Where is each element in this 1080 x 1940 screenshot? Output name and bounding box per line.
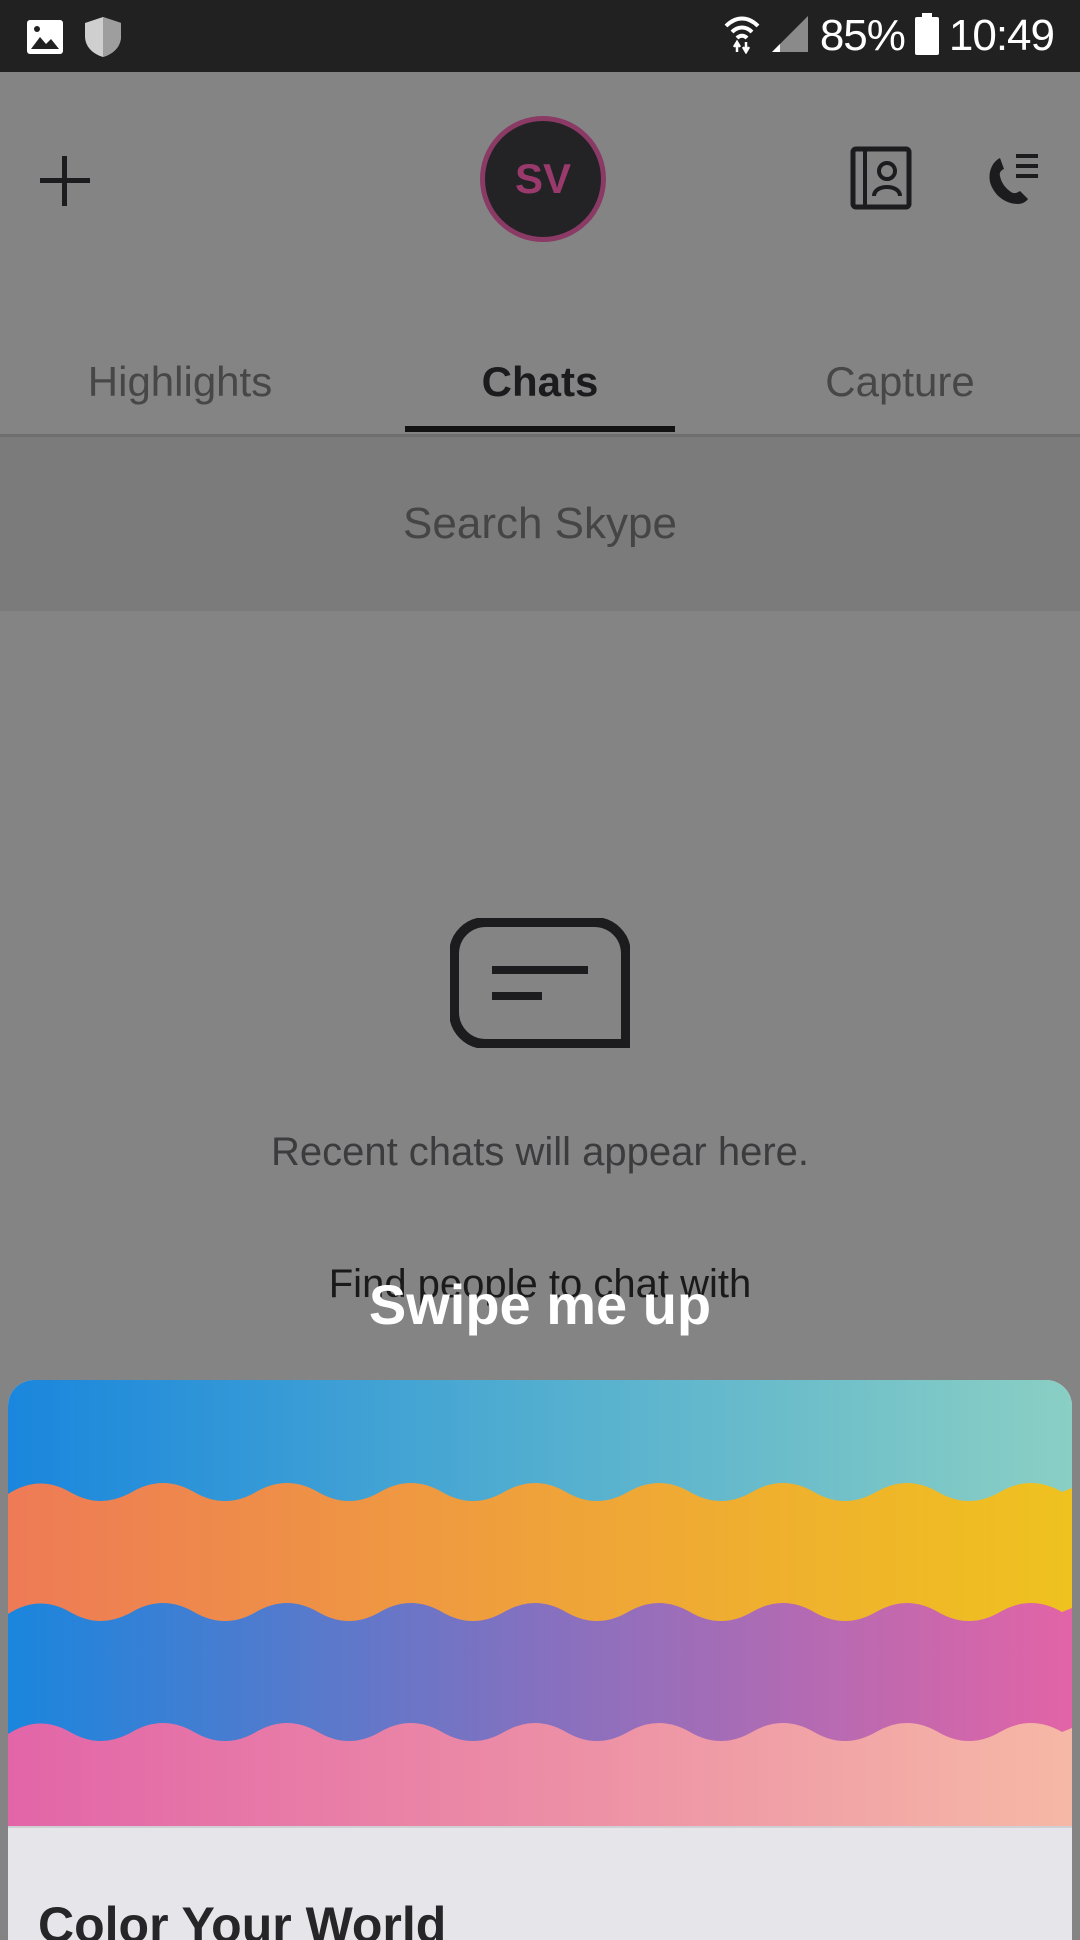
swipe-hint: Swipe me up [368,1273,712,1336]
tab-bar: Highlights Chats Capture [0,330,1080,437]
tab-capture[interactable]: Capture [760,350,1040,414]
tab-label: Chats [481,358,599,405]
tab-label: Capture [825,358,975,405]
chat-bubble-icon [450,918,630,1048]
card-body: Color Your World [8,1826,1072,1940]
wifi-icon [724,14,760,59]
tab-highlights[interactable]: Highlights [40,350,320,414]
tab-chats[interactable]: Chats [405,350,675,414]
phone-list-icon [989,154,1038,204]
wave-banner-image [8,1380,1072,1826]
battery-icon [914,12,939,60]
app-header: SV [0,72,1080,282]
shield-icon [84,16,122,63]
search-placeholder: Search Skype [403,499,677,548]
card-title: Color Your World [38,1897,447,1940]
promo-card[interactable]: Color Your World [8,1380,1072,1940]
status-bar: 85% 10:49 [0,0,1080,72]
active-tab-indicator [405,426,675,432]
plus-icon [40,156,90,206]
empty-state-message: Recent chats will appear here. [270,1130,810,1174]
contacts-button[interactable] [850,146,912,210]
image-notification-icon [26,19,64,60]
clock: 10:49 [948,11,1055,60]
new-chat-button[interactable] [34,150,96,212]
cell-signal-icon [770,14,810,59]
avatar-initials: SV [514,155,572,202]
avatar[interactable]: SV [480,116,606,242]
calls-button[interactable] [986,150,1042,208]
tab-label: Highlights [87,358,273,405]
contacts-book-icon [850,146,912,210]
battery-percent: 85% [819,11,906,60]
search-bar[interactable]: Search Skype [0,437,1080,611]
